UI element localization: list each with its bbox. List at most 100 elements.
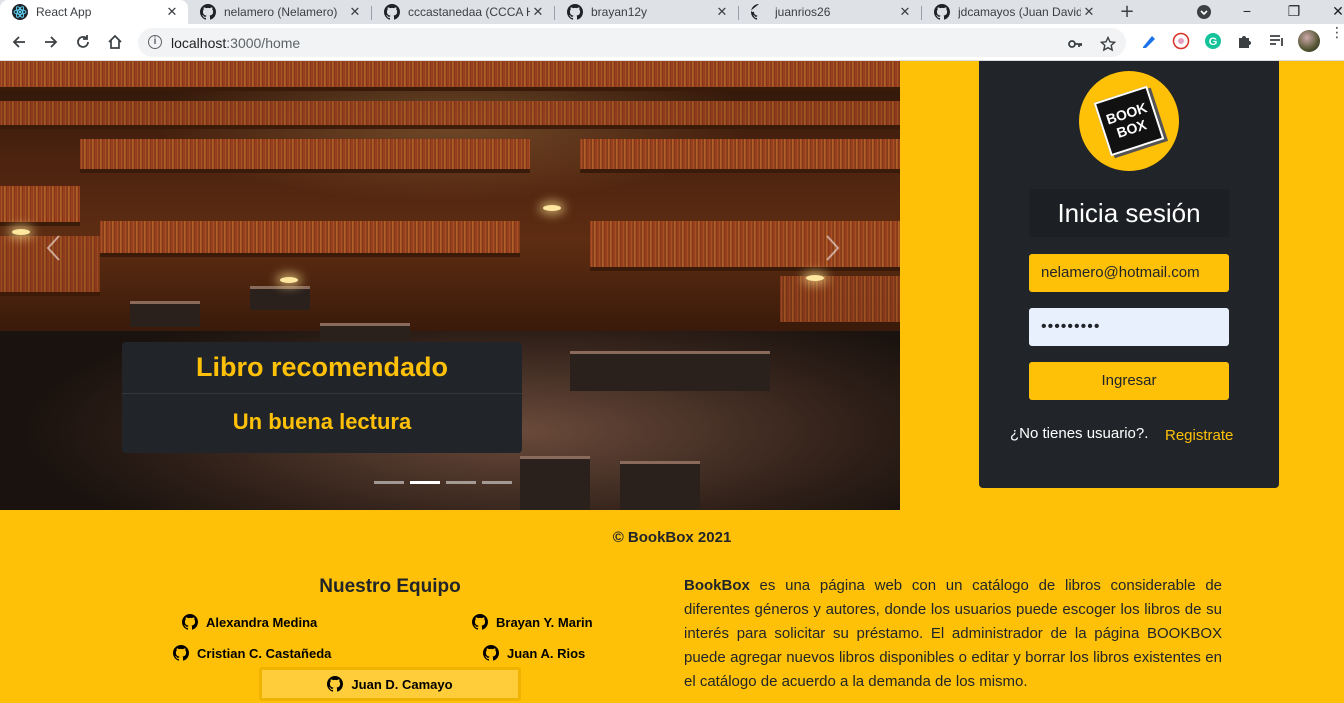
tab-title: React App	[36, 5, 92, 19]
caption-title: Libro recomendado	[195, 352, 449, 382]
close-icon[interactable]: ✕	[897, 4, 913, 20]
about-brand: BookBox	[684, 577, 750, 594]
tab-github[interactable]: jdcamayos (Juan David ✕	[922, 0, 1105, 24]
carousel-indicator[interactable]	[446, 481, 476, 484]
github-icon	[182, 614, 198, 630]
back-button[interactable]	[7, 30, 31, 54]
tab-title: nelamero (Nelamero)	[224, 5, 338, 19]
tab-react-app[interactable]: React App ✕	[0, 0, 188, 24]
tab-title: jdcamayos (Juan David	[958, 5, 1081, 19]
password-field[interactable]: •••••••••	[1029, 308, 1229, 346]
close-icon[interactable]: ✕	[164, 4, 180, 20]
desk-decor	[250, 286, 310, 310]
bookshelf-decor	[0, 186, 80, 226]
close-icon[interactable]: ✕	[714, 4, 730, 20]
home-button[interactable]	[103, 30, 127, 54]
url-text: localhost:3000/home	[171, 35, 301, 51]
team-member-link[interactable]: Juan D. Camayo	[259, 667, 521, 701]
key-icon[interactable]	[1067, 36, 1083, 52]
extension-circle-icon[interactable]	[1172, 32, 1190, 50]
member-name: Juan A. Rios	[507, 645, 586, 661]
lamp-decor	[543, 205, 561, 211]
login-card: BOOK BOX Inicia sesión nelamero@hotmail.c…	[979, 61, 1279, 488]
tab-github[interactable]: brayan12y ✕	[555, 0, 738, 24]
desk-decor	[520, 456, 590, 510]
tab-title: juanrios26	[775, 5, 831, 19]
pen-extension-icon[interactable]	[1140, 32, 1158, 50]
carousel-caption: Libro recomendado Un buena lectura	[122, 342, 522, 453]
team-member-link[interactable]: Alexandra Medina	[182, 614, 317, 630]
bookshelf-decor	[580, 139, 900, 173]
close-window-button[interactable]: ✕	[1326, 0, 1344, 24]
lamp-decor	[12, 229, 30, 235]
desk-decor	[620, 461, 700, 510]
copyright: © BookBox 2021	[612, 529, 732, 546]
tab-title: brayan12y	[591, 5, 648, 19]
carousel-indicator[interactable]	[482, 481, 512, 484]
close-icon[interactable]: ✕	[1081, 4, 1097, 20]
member-name: Brayan Y. Marin	[496, 614, 593, 630]
minimize-button[interactable]: −	[1235, 0, 1259, 24]
reload-icon	[77, 35, 89, 48]
github-icon	[751, 4, 759, 20]
arrow-right-icon	[45, 36, 58, 48]
close-icon[interactable]: ✕	[530, 4, 546, 20]
tab-github[interactable]: nelamero (Nelamero) ✕	[188, 0, 371, 24]
login-button[interactable]: Ingresar	[1029, 362, 1229, 400]
hero-carousel: Libro recomendado Un buena lectura	[0, 61, 900, 510]
team-title: Nuestro Equipo	[319, 576, 461, 597]
page-body: Libro recomendado Un buena lectura BOOK B…	[0, 61, 1344, 703]
carousel-indicator-active[interactable]	[410, 481, 440, 484]
register-link[interactable]: Registrate	[1165, 427, 1233, 444]
forward-button[interactable]	[39, 30, 63, 54]
bookshelf-decor	[590, 221, 900, 271]
github-icon	[483, 645, 499, 661]
home-icon	[108, 34, 122, 49]
browser-tab-bar: React App ✕ nelamero (Nelamero) ✕ cccast…	[0, 0, 1344, 24]
svg-text:G: G	[1209, 36, 1218, 48]
github-icon	[934, 4, 950, 20]
bookshelf-decor	[0, 101, 900, 129]
tab-github[interactable]: cccastanedaa (CCCA H ✕	[372, 0, 554, 24]
team-member-link[interactable]: Juan A. Rios	[483, 645, 585, 661]
carousel-indicators	[374, 481, 512, 484]
carousel-prev-icon[interactable]	[44, 233, 64, 263]
close-icon[interactable]: ✕	[347, 4, 363, 20]
react-icon	[12, 4, 28, 20]
lamp-decor	[280, 277, 298, 283]
playlist-icon[interactable]	[1268, 32, 1286, 50]
puzzle-icon[interactable]	[1236, 32, 1254, 50]
github-icon	[472, 614, 488, 630]
arrow-left-icon	[12, 36, 25, 48]
github-icon	[173, 645, 189, 661]
bookshelf-decor	[80, 139, 530, 173]
tab-title: cccastanedaa (CCCA H	[408, 5, 530, 19]
member-name: Cristian C. Castañeda	[197, 645, 332, 661]
profile-avatar[interactable]	[1298, 30, 1320, 52]
grammarly-icon[interactable]: G	[1204, 32, 1222, 50]
team-member-link[interactable]: Cristian C. Castañeda	[173, 645, 331, 661]
restore-button[interactable]: ❐	[1282, 0, 1306, 24]
github-icon	[384, 4, 400, 20]
carousel-next-icon[interactable]	[822, 233, 842, 263]
about-paragraph: BookBox es una página web con un catálog…	[684, 574, 1222, 694]
reload-button[interactable]	[71, 30, 95, 54]
member-name: Alexandra Medina	[206, 614, 318, 630]
about-text: es una página web con un catálogo de lib…	[684, 577, 1222, 690]
tab-search-icon[interactable]	[1196, 4, 1212, 20]
desk-decor	[130, 301, 200, 327]
address-bar[interactable]: i localhost:3000/home	[138, 28, 1126, 57]
menu-dots-icon[interactable]: ⋮	[1330, 26, 1344, 40]
info-icon[interactable]: i	[148, 35, 162, 49]
caption-subtitle: Un buena lectura	[232, 409, 412, 434]
new-tab-button[interactable]: +	[1115, 0, 1139, 24]
bookshelf-decor	[0, 61, 900, 91]
github-icon	[200, 4, 216, 20]
email-field[interactable]: nelamero@hotmail.com	[1029, 254, 1229, 292]
carousel-indicator[interactable]	[374, 481, 404, 484]
tab-github[interactable]: juanrios26 ✕	[739, 0, 921, 24]
star-icon[interactable]	[1100, 36, 1116, 52]
desk-decor	[570, 351, 770, 391]
team-member-link[interactable]: Brayan Y. Marin	[472, 614, 593, 630]
login-title: Inicia sesión	[1029, 189, 1229, 237]
